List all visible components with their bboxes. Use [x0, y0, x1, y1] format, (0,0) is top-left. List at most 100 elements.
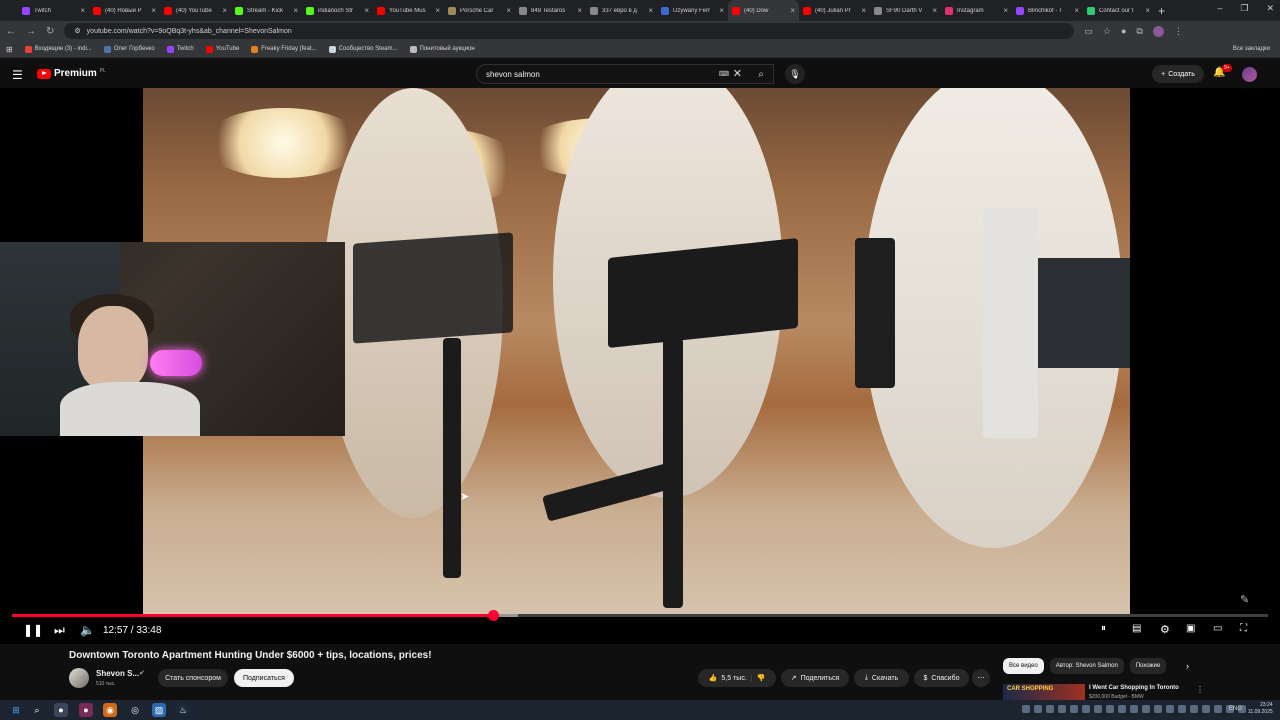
extensions-puzzle-icon[interactable]: ⧉ [1136, 26, 1142, 37]
browser-tab[interactable]: (40) Julian Pr × [799, 0, 870, 21]
subtitles-icon[interactable]: ▤ [1132, 623, 1141, 634]
theater-mode-icon[interactable]: ▭ [1213, 623, 1222, 634]
browser-tab[interactable]: Instagram × [941, 0, 1012, 21]
clear-search-icon[interactable]: ✕ [733, 67, 742, 80]
tab-close-icon[interactable]: × [719, 6, 724, 15]
chrome-taskbar-icon[interactable]: ● [54, 703, 68, 717]
tab-close-icon[interactable]: × [1003, 6, 1008, 15]
tab-close-icon[interactable]: × [151, 6, 156, 15]
browser-tab[interactable]: Używany Ferr × [657, 0, 728, 21]
bookmark-star-icon[interactable]: ☆ [1103, 26, 1111, 37]
search-button[interactable]: ⌕ [748, 64, 774, 84]
bookmark-item[interactable]: Входящие (3) - indi... [24, 45, 92, 53]
channel-name[interactable]: Shevon S... [96, 669, 139, 678]
bookmark-item[interactable]: YouTube [205, 45, 239, 53]
browser-tab[interactable]: (40) Dow × [728, 0, 799, 21]
tray-icon[interactable] [1094, 705, 1102, 713]
browser-tab[interactable]: YouTube Mus × [373, 0, 444, 21]
menu-hamburger-icon[interactable]: ☰ [12, 68, 23, 82]
tray-icon[interactable] [1202, 705, 1210, 713]
miniplayer-icon[interactable]: ▣ [1186, 623, 1195, 634]
site-info-icon[interactable]: ⚙ [74, 27, 80, 35]
bookmark-item[interactable]: Freaky Friday (feat... [251, 45, 317, 53]
tray-icon[interactable] [1130, 705, 1138, 713]
subscribe-button[interactable]: Подписаться [234, 669, 294, 687]
like-count[interactable]: 5,5 тыс. [721, 675, 746, 682]
close-window-button[interactable]: ✕ [1266, 3, 1274, 14]
browser-tab[interactable]: Contact our t × [1083, 0, 1154, 21]
obs-taskbar-icon[interactable]: ◉ [103, 703, 117, 717]
all-bookmarks-link[interactable]: Все закладки [1233, 46, 1270, 52]
tray-icon[interactable] [1214, 705, 1222, 713]
browser-menu-icon[interactable]: ⋮ [1174, 26, 1183, 37]
tab-close-icon[interactable]: × [790, 6, 795, 15]
keyboard-language[interactable]: ENG [1229, 706, 1242, 712]
browser-tab[interactable]: Twitch × [18, 0, 89, 21]
tab-close-icon[interactable]: × [577, 6, 582, 15]
new-tab-button[interactable]: + [1158, 4, 1165, 18]
windows-start-icon[interactable]: ⊞ [9, 703, 23, 717]
tray-icon[interactable] [1178, 705, 1186, 713]
like-icon[interactable]: 👍 [709, 674, 718, 682]
app-taskbar-icon[interactable]: ◎ [128, 703, 142, 717]
tab-close-icon[interactable]: × [861, 6, 866, 15]
tab-close-icon[interactable]: × [648, 6, 653, 15]
clock[interactable]: 23:24 11.09.2025 [1248, 702, 1273, 716]
keyboard-icon[interactable]: ⌨ [719, 70, 729, 78]
download-button[interactable]: ⤓ Скачать [854, 669, 909, 687]
tray-icon[interactable] [1190, 705, 1198, 713]
progress-bar[interactable] [12, 610, 1268, 621]
channel-avatar[interactable] [69, 668, 89, 688]
taskbar-search-icon[interactable]: ⌕ [30, 703, 44, 717]
fullscreen-icon[interactable]: ⛶ [1240, 623, 1247, 634]
app-taskbar-icon[interactable]: ● [79, 703, 93, 717]
chips-next-icon[interactable]: › [1186, 661, 1189, 671]
recommendation-menu-icon[interactable]: ⋮ [1196, 685, 1204, 694]
next-video-icon[interactable]: ⏭ [54, 623, 65, 638]
browser-tab[interactable]: indianoch Str × [302, 0, 373, 21]
more-actions-button[interactable]: ⋯ [972, 669, 990, 687]
tab-close-icon[interactable]: × [222, 6, 227, 15]
back-icon[interactable]: ← [6, 26, 16, 37]
browser-tab[interactable]: SF90 Darth V × [870, 0, 941, 21]
tray-icon[interactable] [1022, 705, 1030, 713]
settings-gear-icon[interactable]: ⚙ [1160, 623, 1170, 636]
tab-close-icon[interactable]: × [1074, 6, 1079, 15]
tab-close-icon[interactable]: × [364, 6, 369, 15]
tray-icon[interactable] [1106, 705, 1114, 713]
autoplay-toggle-icon[interactable]: ⏸︎ [1101, 623, 1106, 634]
browser-tab[interactable]: Porsche Car × [444, 0, 515, 21]
bookmark-item[interactable]: Сообщество Steam... [328, 45, 398, 53]
youtube-logo[interactable]: Premium PL [37, 68, 106, 79]
tab-close-icon[interactable]: × [435, 6, 440, 15]
photos-taskbar-icon[interactable]: ▨ [152, 703, 166, 717]
browser-tab[interactable]: (40) Новый Р × [89, 0, 160, 21]
extension-icon[interactable]: ● [1121, 26, 1126, 36]
tray-icon[interactable] [1154, 705, 1162, 713]
tab-close-icon[interactable]: × [1145, 6, 1150, 15]
restore-button[interactable]: ❐ [1240, 3, 1248, 14]
reload-icon[interactable]: ↻ [46, 26, 54, 37]
tab-close-icon[interactable]: × [80, 6, 85, 15]
share-button[interactable]: ↗ Поделиться [781, 669, 849, 687]
tray-icon[interactable] [1046, 705, 1054, 713]
bookmark-item[interactable]: Понитовый аукцион [409, 45, 475, 53]
forward-icon[interactable]: → [26, 26, 36, 37]
filter-chip[interactable]: Автор: Shevon Salmon [1049, 658, 1124, 674]
create-button[interactable]: + Создать [1152, 65, 1204, 83]
account-avatar[interactable] [1242, 67, 1257, 82]
bookmark-item[interactable]: Олег Горбенко [103, 45, 155, 53]
search-input[interactable]: shevon salmon ⌨ ✕ [476, 64, 774, 84]
tray-icon[interactable] [1082, 705, 1090, 713]
tab-close-icon[interactable]: × [506, 6, 511, 15]
tray-icon[interactable] [1166, 705, 1174, 713]
apps-grid-icon[interactable]: ⊞ [6, 45, 13, 54]
recommendation-title[interactable]: I Went Car Shopping In Toronto [1089, 685, 1179, 691]
tray-icon[interactable] [1118, 705, 1126, 713]
video-player[interactable]: ➤ ✎ ❚❚ ⏭ 🔈 12:57 / 33:48 ⏸︎ ▤ ⚙ ▣ ▭ ⛶ [0, 88, 1280, 644]
profile-avatar[interactable] [1152, 25, 1164, 37]
tray-icon[interactable] [1070, 705, 1078, 713]
bookmark-item[interactable]: Twitch [166, 45, 194, 53]
pause-icon[interactable]: ❚❚ [23, 623, 43, 637]
cast-icon[interactable]: ▭ [1084, 26, 1093, 37]
